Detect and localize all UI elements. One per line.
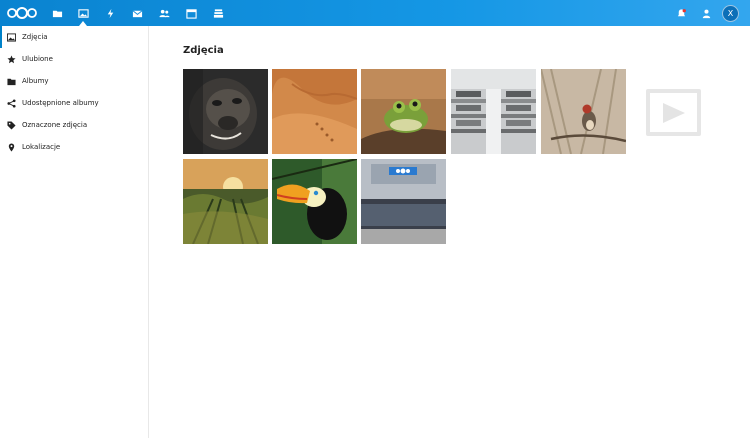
- app-header: X: [0, 0, 750, 26]
- sidebar-item-locations[interactable]: Lokalizacje: [0, 136, 148, 158]
- nextcloud-logo-icon[interactable]: [6, 6, 38, 20]
- slideshow-play-button[interactable]: [646, 89, 701, 136]
- deck-icon[interactable]: [211, 6, 225, 20]
- sidebar-item-label: Udostępnione albumy: [22, 99, 99, 107]
- sidebar-item-label: Albumy: [22, 77, 49, 85]
- photo-thumbnail-bird-on-branch[interactable]: [541, 69, 626, 154]
- files-icon[interactable]: [50, 6, 64, 20]
- contacts-icon[interactable]: [157, 6, 171, 20]
- sidebar-item-label: Ulubione: [22, 55, 53, 63]
- tag-icon: [7, 120, 16, 130]
- photo-thumbnail-sunset-vineyard[interactable]: [183, 159, 268, 244]
- sidebar-item-shared-albums[interactable]: Udostępnione albumy: [0, 92, 148, 114]
- photo-thumbnail-toucan[interactable]: [272, 159, 357, 244]
- mail-icon[interactable]: [130, 6, 144, 20]
- notifications-icon[interactable]: [675, 7, 687, 19]
- sidebar-item-favorites[interactable]: Ulubione: [0, 48, 148, 70]
- page-title: Zdjęcia: [183, 45, 224, 56]
- play-icon: [662, 102, 685, 123]
- sidebar-item-tagged-photos[interactable]: Oznaczone zdjęcia: [0, 114, 148, 136]
- sidebar-item-photos[interactable]: Zdjęcia: [0, 26, 148, 48]
- sidebar-item-albums[interactable]: Albumy: [0, 70, 148, 92]
- calendar-icon[interactable]: [184, 6, 198, 20]
- photos-icon[interactable]: [76, 6, 90, 20]
- star-icon: [7, 54, 16, 64]
- sidebar-item-label: Oznaczone zdjęcia: [22, 121, 88, 129]
- photo-thumbnail-desert-dunes[interactable]: [272, 69, 357, 154]
- sidebar-item-label: Lokalizacje: [22, 143, 61, 151]
- share-icon: [7, 98, 16, 108]
- folder-icon: [7, 77, 16, 86]
- contacts-menu-icon[interactable]: [700, 7, 712, 19]
- app-navigation: Zdjęcia Ulubione Albumy Udostępnione alb…: [0, 26, 149, 438]
- location-icon: [7, 142, 16, 152]
- user-avatar[interactable]: X: [722, 5, 739, 22]
- photo-thumbnail-frog[interactable]: [361, 69, 446, 154]
- photo-thumbnail-library[interactable]: [451, 69, 536, 154]
- sidebar-item-label: Zdjęcia: [22, 33, 48, 41]
- photo-thumbnail-gorilla[interactable]: [183, 69, 268, 154]
- image-icon: [7, 32, 16, 42]
- photo-thumbnail-group-photo[interactable]: [361, 159, 446, 244]
- activity-icon[interactable]: [103, 6, 117, 20]
